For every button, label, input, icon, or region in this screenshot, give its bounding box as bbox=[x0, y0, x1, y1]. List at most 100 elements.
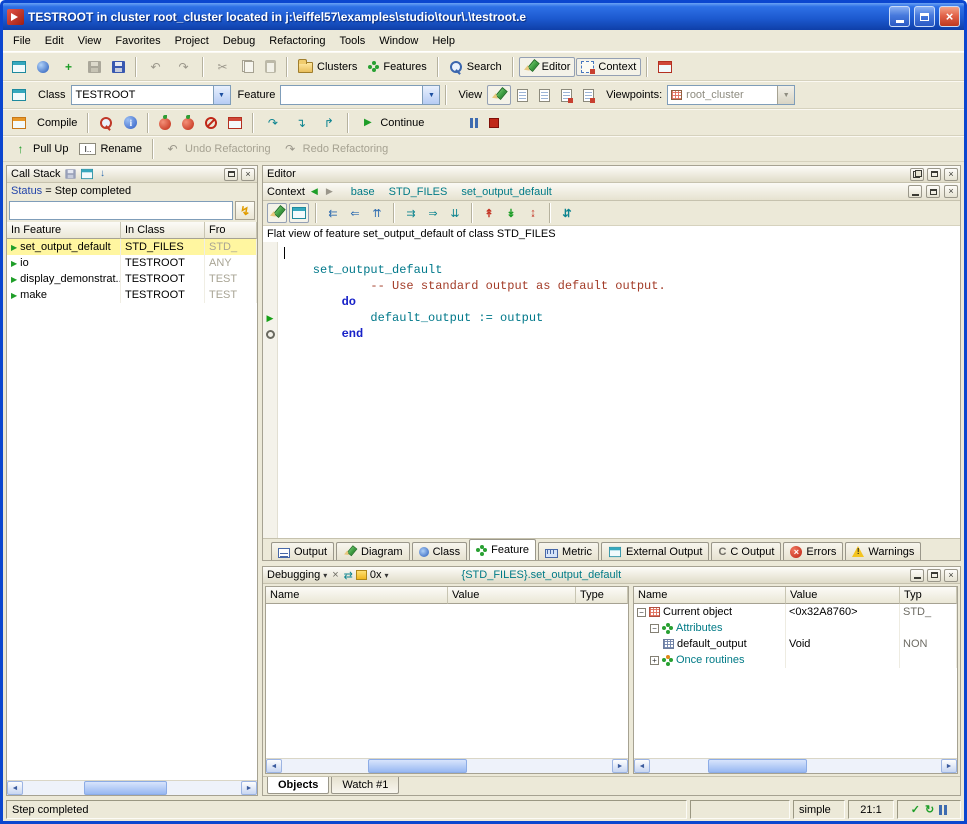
creators-button[interactable]: ⇈ bbox=[367, 203, 387, 223]
column-in-feature[interactable]: In Feature bbox=[7, 222, 121, 239]
tab-warnings[interactable]: Warnings bbox=[845, 542, 921, 560]
redo-refactoring-button[interactable]: ↷ Redo Refactoring bbox=[277, 138, 394, 160]
save-stack-icon[interactable] bbox=[65, 169, 75, 179]
close-button[interactable]: × bbox=[939, 6, 960, 27]
context-close-button[interactable]: × bbox=[944, 185, 958, 198]
viewpoints-combo[interactable]: root_cluster ▼ bbox=[667, 85, 795, 105]
tab-feature[interactable]: Feature bbox=[469, 539, 536, 560]
call-stack-hscrollbar[interactable]: ◄ ► bbox=[7, 780, 257, 795]
pull-up-button[interactable]: ↑ Pull Up bbox=[7, 138, 73, 160]
feature-combo[interactable]: ▼ bbox=[280, 85, 440, 105]
menu-project[interactable]: Project bbox=[168, 31, 216, 51]
breakpoint-slot-icon[interactable] bbox=[266, 330, 275, 339]
assigners-button[interactable]: ⇐ bbox=[345, 203, 365, 223]
code-lines[interactable]: set_output_default -- Use standard outpu… bbox=[278, 242, 960, 538]
menu-help[interactable]: Help bbox=[425, 31, 462, 51]
new-window-button[interactable] bbox=[7, 58, 31, 76]
search-button[interactable]: Search bbox=[444, 57, 507, 77]
history-forward-button[interactable]: ▶ bbox=[324, 186, 335, 197]
stack-elements-icon[interactable] bbox=[81, 169, 93, 179]
open-button[interactable] bbox=[32, 58, 54, 76]
editor-maximize-button[interactable] bbox=[927, 168, 941, 181]
redo-button[interactable]: ↷ bbox=[170, 56, 197, 78]
feature-combo-dropdown[interactable]: ▼ bbox=[422, 86, 439, 104]
debug-maximize-button[interactable] bbox=[927, 569, 941, 582]
call-stack-row[interactable]: ▶display_demonstrat... TESTROOT TEST bbox=[7, 271, 257, 287]
features-button[interactable]: Features bbox=[363, 58, 431, 76]
viewpoints-dropdown[interactable]: ▼ bbox=[777, 86, 794, 104]
callees-button[interactable]: ⇉ bbox=[401, 203, 421, 223]
scroll-thumb[interactable] bbox=[368, 759, 467, 773]
title-bar[interactable]: TESTROOT in cluster root_cluster located… bbox=[3, 3, 964, 30]
homonyms-button[interactable]: ↨ bbox=[523, 203, 543, 223]
debug-minimize-button[interactable] bbox=[910, 569, 924, 582]
run-ignore-breakpoints-button[interactable] bbox=[177, 113, 199, 133]
watch-icon[interactable] bbox=[356, 570, 367, 580]
scroll-left-button[interactable]: ◄ bbox=[634, 759, 650, 773]
view-contract-button[interactable] bbox=[556, 86, 577, 105]
context-maximize-button[interactable] bbox=[926, 185, 940, 198]
save-all-button[interactable] bbox=[107, 58, 130, 76]
debug-options-button[interactable] bbox=[223, 114, 247, 132]
scroll-right-button[interactable]: ► bbox=[241, 781, 257, 795]
scroll-thumb[interactable] bbox=[84, 781, 167, 795]
undo-button[interactable]: ↶ bbox=[142, 56, 169, 78]
info-button[interactable]: i bbox=[119, 113, 142, 132]
stack-depth-icon[interactable]: ↓ bbox=[97, 166, 109, 182]
continue-button[interactable]: ▶ Continue bbox=[354, 112, 429, 134]
edit-feature-button[interactable] bbox=[267, 203, 287, 223]
debug-close-icon[interactable]: × bbox=[330, 569, 340, 581]
class-combo-dropdown[interactable]: ▼ bbox=[213, 86, 230, 104]
open-in-new-tab-button[interactable] bbox=[7, 86, 31, 104]
run-button[interactable] bbox=[154, 113, 176, 133]
menu-edit[interactable]: Edit bbox=[38, 31, 71, 51]
ancestors-button[interactable]: ↟ bbox=[479, 203, 499, 223]
save-button[interactable] bbox=[83, 58, 106, 76]
menu-window[interactable]: Window bbox=[372, 31, 425, 51]
editor-float-button[interactable] bbox=[910, 168, 924, 181]
breadcrumb-feature[interactable]: set_output_default bbox=[461, 186, 552, 198]
watch-hscrollbar[interactable]: ◄ ► bbox=[266, 758, 628, 773]
column-value[interactable]: Value bbox=[786, 587, 900, 604]
check-icon[interactable]: ✓ bbox=[911, 803, 920, 816]
scroll-track[interactable] bbox=[282, 759, 612, 773]
debug-close-button[interactable]: × bbox=[944, 569, 958, 582]
exchange-icon[interactable]: ⇄ bbox=[344, 569, 353, 582]
objects-empty-area[interactable] bbox=[634, 668, 957, 758]
history-back-button[interactable]: ◀ bbox=[309, 186, 320, 197]
tab-objects[interactable]: Objects bbox=[267, 777, 329, 794]
object-tree-row[interactable]: − Current object <0x32A8760> STD_ bbox=[634, 604, 957, 620]
watch-empty-area[interactable] bbox=[266, 604, 628, 758]
compile-button[interactable]: Compile bbox=[32, 114, 82, 132]
menu-tools[interactable]: Tools bbox=[333, 31, 373, 51]
tab-diagram[interactable]: Diagram bbox=[336, 542, 410, 560]
scroll-thumb[interactable] bbox=[708, 759, 807, 773]
tab-c-output[interactable]: CC Output bbox=[711, 542, 781, 560]
scroll-right-button[interactable]: ► bbox=[612, 759, 628, 773]
tab-watch-1[interactable]: Watch #1 bbox=[331, 777, 399, 794]
scroll-left-button[interactable]: ◄ bbox=[266, 759, 282, 773]
hex-format-button[interactable]: 0x bbox=[370, 569, 382, 581]
error-info-button[interactable] bbox=[94, 113, 118, 133]
column-name[interactable]: Name bbox=[634, 587, 786, 604]
column-type[interactable]: Type bbox=[576, 587, 628, 604]
tab-metric[interactable]: Metric bbox=[538, 542, 599, 560]
breadcrumb-class[interactable]: STD_FILES bbox=[389, 186, 448, 198]
tab-external-output[interactable]: External Output bbox=[601, 542, 709, 560]
menu-debug[interactable]: Debug bbox=[216, 31, 262, 51]
add-button[interactable]: + bbox=[55, 56, 82, 78]
melt-button[interactable] bbox=[7, 114, 31, 132]
tab-output[interactable]: Output bbox=[271, 542, 334, 560]
stop-button[interactable] bbox=[484, 115, 504, 131]
call-stack-row[interactable]: ▶make TESTROOT TEST bbox=[7, 287, 257, 303]
paste-button[interactable] bbox=[260, 57, 281, 76]
tree-collapse-icon[interactable]: − bbox=[650, 624, 659, 633]
column-from[interactable]: Fro bbox=[205, 222, 257, 239]
refresh-icon[interactable]: ↻ bbox=[925, 803, 934, 816]
minimize-button[interactable] bbox=[889, 6, 910, 27]
debugging-header[interactable]: Debugging ▾ × ⇄ 0x ▾ {STD_FILES}.set_out… bbox=[263, 567, 960, 584]
stack-depth-input[interactable] bbox=[9, 201, 233, 220]
view-interface-button[interactable] bbox=[578, 86, 599, 105]
column-name[interactable]: Name bbox=[266, 587, 448, 604]
object-tree-row[interactable]: + Once routines bbox=[634, 652, 957, 668]
